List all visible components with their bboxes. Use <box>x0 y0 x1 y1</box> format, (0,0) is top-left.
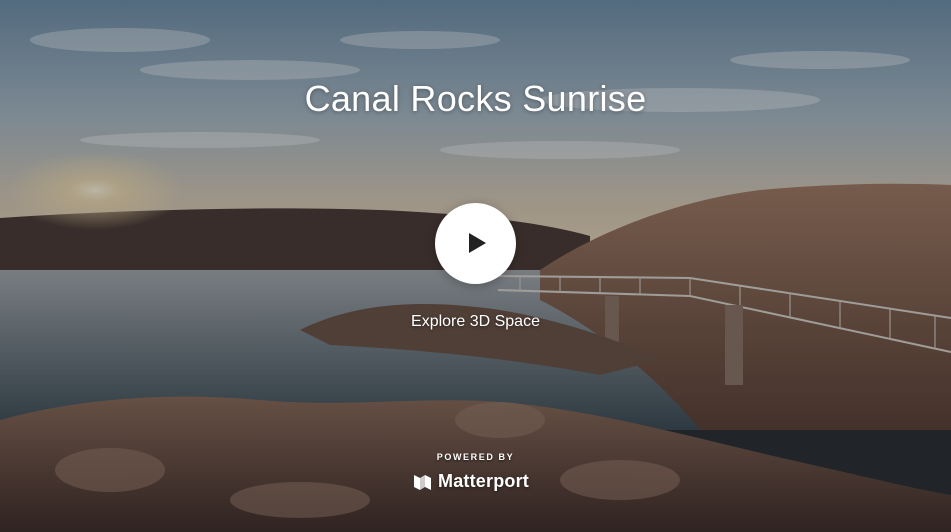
brand-name: Matterport <box>438 470 529 491</box>
space-title: Canal Rocks Sunrise <box>304 78 647 119</box>
matterport-logo-icon <box>414 474 431 490</box>
showcase-viewport[interactable]: Canal Rocks Sunrise Explore 3D Space POW… <box>0 0 951 532</box>
powered-by-label: POWERED BY <box>436 452 515 462</box>
matterport-brand-link[interactable]: Matterport <box>413 468 543 494</box>
play-icon <box>469 233 486 253</box>
play-button[interactable] <box>435 203 516 284</box>
explore-3d-label[interactable]: Explore 3D Space <box>0 313 951 331</box>
